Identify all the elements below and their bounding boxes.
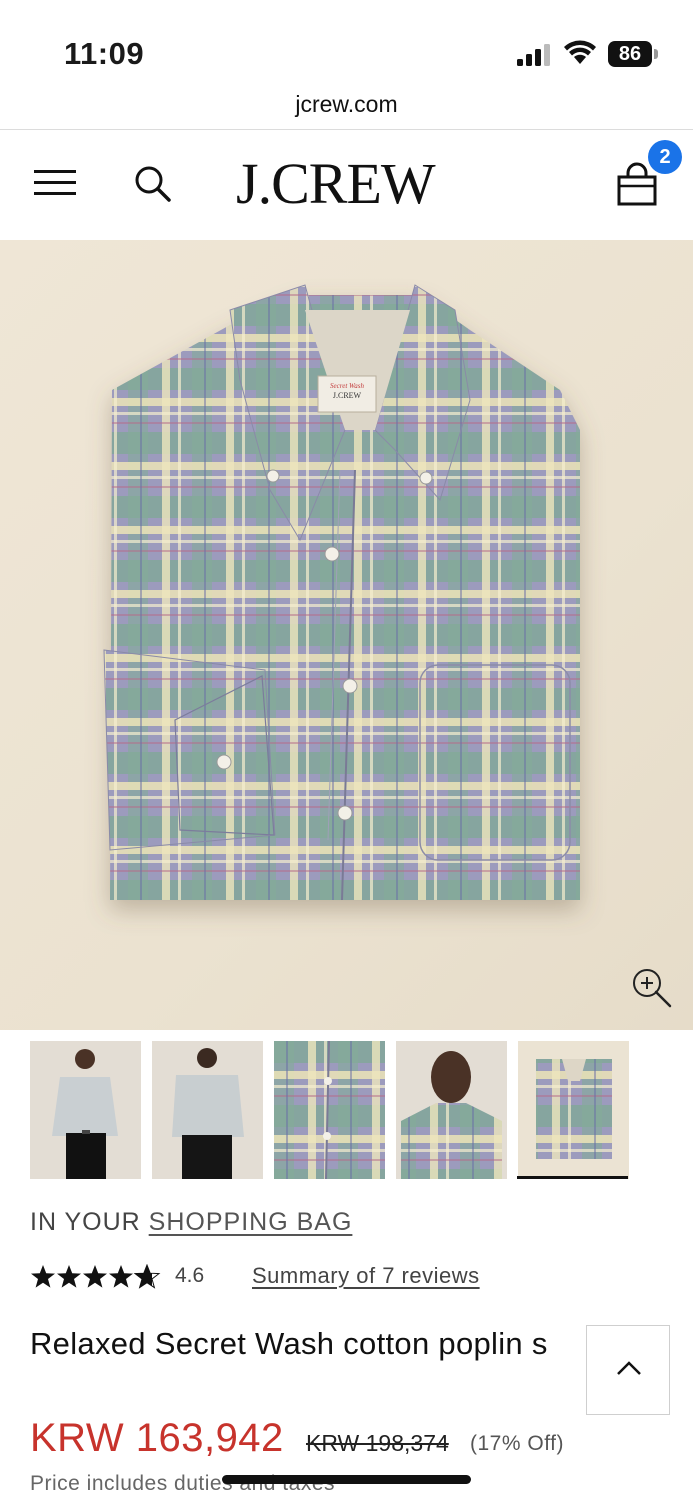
sale-price: KRW 163,942 xyxy=(30,1416,284,1460)
hamburger-menu-icon[interactable] xyxy=(34,168,76,198)
in-bag-prefix: IN YOUR xyxy=(30,1208,149,1236)
status-bar: 11:09 86 xyxy=(0,0,693,86)
shopping-bag-link[interactable]: SHOPPING BAG xyxy=(149,1208,353,1236)
browser-url[interactable]: jcrew.com xyxy=(0,86,693,130)
back-to-top-button[interactable] xyxy=(586,1325,670,1415)
active-thumbnail-indicator xyxy=(517,1176,628,1179)
folded-plaid-shirt-image: Secret Wash J.CREW xyxy=(103,284,580,901)
chevron-up-icon xyxy=(617,1361,641,1375)
discount-label: (17% Off) xyxy=(470,1432,564,1455)
price-row: KRW 163,942 KRW 198,374 (17% Off) xyxy=(30,1416,670,1466)
label-tag-text: Secret Wash xyxy=(330,382,364,390)
cellular-signal-icon xyxy=(517,44,550,66)
search-icon[interactable] xyxy=(132,163,172,203)
thumbnail-fabric-detail[interactable] xyxy=(274,1041,385,1179)
in-bag-notice: IN YOUR SHOPPING BAG xyxy=(30,1208,352,1237)
rating-value: 4.6 xyxy=(175,1264,205,1287)
wifi-icon xyxy=(564,40,596,64)
thumbnail-closeup-model[interactable] xyxy=(396,1041,507,1179)
zoom-in-icon[interactable] xyxy=(630,966,672,1008)
battery-icon: 86 xyxy=(608,41,658,67)
home-indicator[interactable] xyxy=(222,1475,471,1484)
thumbnail-strip xyxy=(30,1041,630,1181)
product-hero-image[interactable]: Secret Wash J.CREW xyxy=(0,240,693,1030)
label-tag-brand: J.CREW xyxy=(333,391,362,400)
rating-row: 4.6 Summary of 7 reviews xyxy=(30,1262,630,1292)
star-rating-icon xyxy=(31,1264,160,1289)
site-header: J.CREW 2 xyxy=(0,130,693,240)
original-price: KRW 198,374 xyxy=(306,1430,449,1456)
status-time: 11:09 xyxy=(64,36,145,71)
thumbnail-front-model[interactable] xyxy=(30,1041,141,1179)
battery-level: 86 xyxy=(608,41,652,67)
product-title: Relaxed Secret Wash cotton poplin s xyxy=(30,1326,548,1361)
thumbnail-folded-shirt[interactable] xyxy=(518,1041,629,1179)
bag-count-badge[interactable]: 2 xyxy=(648,140,682,174)
thumbnail-back-model[interactable] xyxy=(152,1041,263,1179)
reviews-summary-link[interactable]: Summary of 7 reviews xyxy=(252,1263,480,1289)
brand-logo[interactable]: J.CREW xyxy=(236,152,436,216)
